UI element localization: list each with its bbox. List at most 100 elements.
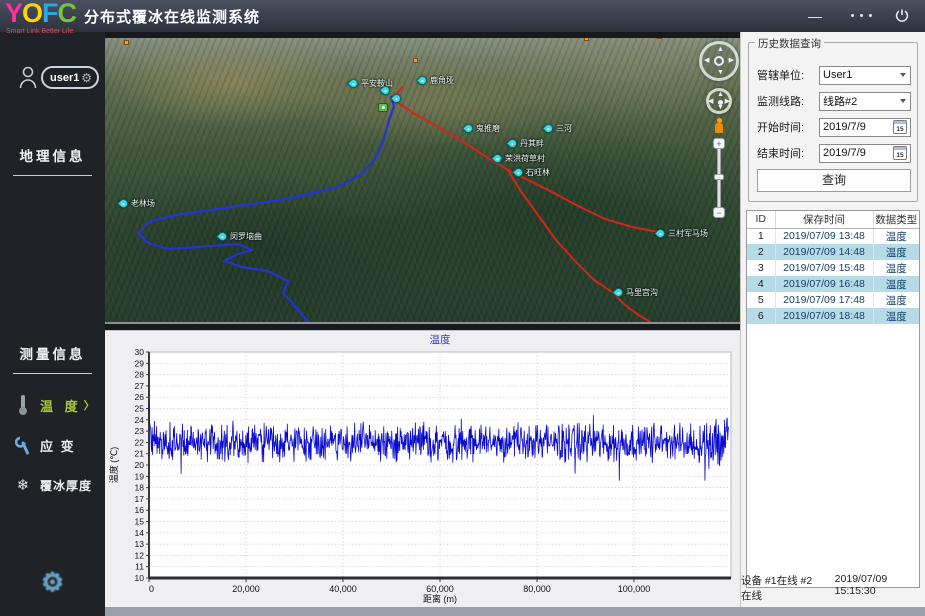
power-button[interactable]	[887, 4, 917, 28]
status-bar: 设备 #1在线 #2在线 2019/07/09 15:15:30	[741, 573, 925, 603]
sidebar-section-geo[interactable]: 地理信息	[0, 145, 105, 165]
table-cell: 2	[747, 244, 775, 260]
table-row[interactable]: 22019/07/09 14:48温度	[747, 244, 919, 260]
dropdown-1[interactable]: 线路#2	[819, 92, 911, 111]
logo-letter: Y	[5, 0, 22, 29]
query-button[interactable]: 查询	[757, 169, 911, 192]
field-value: 2019/7/9	[823, 147, 893, 159]
sidebar-item-ice-thickness[interactable]: ❄ 覆冰厚度	[0, 470, 105, 500]
map-dot-icon[interactable]	[584, 38, 589, 41]
data-table[interactable]: ID保存时间数据类型 12019/07/09 13:48温度22019/07/0…	[746, 210, 920, 588]
temperature-chart: 1011121314151617181920212223242526272829…	[105, 331, 740, 608]
user-row: user1 ⚙	[0, 65, 105, 91]
map-move-control[interactable]: ▲▼ ◀▶	[706, 88, 732, 114]
table-column-header[interactable]: ID	[747, 211, 775, 228]
field-label: 监测线路:	[757, 93, 819, 109]
chevron-right-icon: 〉	[84, 397, 95, 413]
table-column-header[interactable]: 数据类型	[873, 211, 919, 228]
svg-text:25: 25	[135, 404, 145, 414]
svg-text:26: 26	[135, 392, 145, 402]
map-house-icon[interactable]	[378, 103, 388, 112]
calendar-icon[interactable]: 15	[893, 120, 907, 134]
map-zoom-slider[interactable]: + −	[712, 138, 726, 218]
svg-text:21: 21	[135, 449, 145, 459]
query-row: 监测线路:线路#2	[757, 91, 911, 111]
map-dot-icon[interactable]	[124, 40, 129, 45]
sidebar: user1 ⚙ 地理信息 测量信息 温 度 〉 应 变 ❄ 覆冰厚度 ⚙	[0, 32, 105, 616]
sidebar-item-strain[interactable]: 应 变	[0, 430, 105, 460]
svg-text:100,000: 100,000	[618, 584, 651, 594]
map-dot-icon[interactable]	[657, 38, 662, 39]
svg-text:29: 29	[135, 358, 145, 368]
wrench-icon	[10, 436, 36, 455]
table-cell: 4	[747, 276, 775, 292]
field-label: 结束时间:	[757, 145, 819, 161]
more-menu-button[interactable]: • • •	[847, 4, 877, 28]
map-label: 丹其畔	[520, 138, 544, 149]
table-cell: 温度	[873, 276, 919, 292]
logo-letter: C	[58, 0, 77, 29]
map-dot-icon[interactable]	[413, 58, 418, 63]
map-label: 鬼推磨	[476, 123, 500, 134]
user-settings-icon[interactable]: ⚙	[81, 72, 92, 84]
bottom-strip	[105, 607, 925, 616]
date-input-3[interactable]: 2019/7/915	[819, 144, 911, 163]
clock-label: 2019/07/09 15:15:30	[835, 573, 920, 603]
chevron-down-icon	[900, 99, 906, 103]
route-line	[138, 96, 394, 324]
table-cell: 6	[747, 308, 775, 324]
table-row[interactable]: 32019/07/09 15:48温度	[747, 260, 919, 276]
dropdown-0[interactable]: User1	[819, 66, 911, 85]
table-row[interactable]: 62019/07/09 18:48温度	[747, 308, 919, 324]
field-value: User1	[823, 69, 900, 81]
pegman-icon[interactable]	[714, 118, 724, 134]
zoom-handle[interactable]	[714, 174, 724, 180]
field-label: 开始时间:	[757, 119, 819, 135]
date-input-2[interactable]: 2019/7/915	[819, 118, 911, 137]
user-pill[interactable]: user1 ⚙	[41, 66, 99, 89]
minimize-button[interactable]: —	[800, 4, 830, 28]
map-label: 荣洪荷草村	[505, 153, 545, 164]
logo-letter: F	[42, 0, 58, 29]
table-body: 12019/07/09 13:48温度22019/07/09 14:48温度32…	[747, 228, 919, 324]
svg-text:28: 28	[135, 370, 145, 380]
calendar-icon[interactable]: 15	[893, 146, 907, 160]
query-row: 管辖单位:User1	[757, 65, 911, 85]
menu-label-temperature: 温 度	[40, 396, 82, 415]
table-row[interactable]: 52019/07/09 17:48温度	[747, 292, 919, 308]
chevron-down-icon	[900, 73, 906, 77]
svg-text:10: 10	[135, 573, 145, 583]
logo-letter: O	[22, 0, 42, 29]
zoom-in-button[interactable]: +	[713, 138, 725, 149]
map-view[interactable]: 平安鞍山鹿角垭鬼推磨三河丹其畔荣洪荷草村石旺林老林场闵罗垴曲三村军马场马里宫沟 …	[105, 38, 740, 324]
svg-text:40,000: 40,000	[329, 584, 357, 594]
table-column-header[interactable]: 保存时间	[775, 211, 873, 228]
table-cell: 1	[747, 228, 775, 244]
table-row[interactable]: 42019/07/09 16:48温度	[747, 276, 919, 292]
map-label: 马里宫沟	[626, 287, 658, 298]
svg-text:23: 23	[135, 426, 145, 436]
svg-text:22: 22	[135, 437, 145, 447]
svg-text:12: 12	[135, 550, 145, 560]
svg-text:11: 11	[135, 562, 144, 572]
table-cell: 2019/07/09 16:48	[775, 276, 873, 292]
sidebar-section-measure[interactable]: 测量信息	[0, 343, 105, 363]
menu-label-ice-thickness: 覆冰厚度	[40, 477, 92, 494]
map-label: 闵罗垴曲	[230, 231, 262, 242]
route-line	[394, 100, 658, 232]
table-cell: 温度	[873, 244, 919, 260]
temperature-chart-panel: 1011121314151617181920212223242526272829…	[105, 330, 740, 607]
settings-gear-icon[interactable]: ⚙	[0, 567, 105, 598]
query-row: 开始时间:2019/7/915	[757, 117, 911, 137]
table-row[interactable]: 12019/07/09 13:48温度	[747, 228, 919, 244]
field-value: 2019/7/9	[823, 121, 893, 133]
svg-text:温度 (℃): 温度 (℃)	[108, 447, 119, 484]
sidebar-item-temperature[interactable]: 温 度 〉	[0, 390, 105, 420]
map-look-control[interactable]: ▲▼ ◀▶	[699, 41, 739, 81]
divider	[13, 175, 92, 176]
zoom-out-button[interactable]: −	[713, 207, 725, 218]
table-cell: 2019/07/09 18:48	[775, 308, 873, 324]
svg-text:16: 16	[135, 505, 145, 515]
svg-text:13: 13	[135, 539, 145, 549]
yofc-logo: YOFC	[5, 0, 76, 29]
